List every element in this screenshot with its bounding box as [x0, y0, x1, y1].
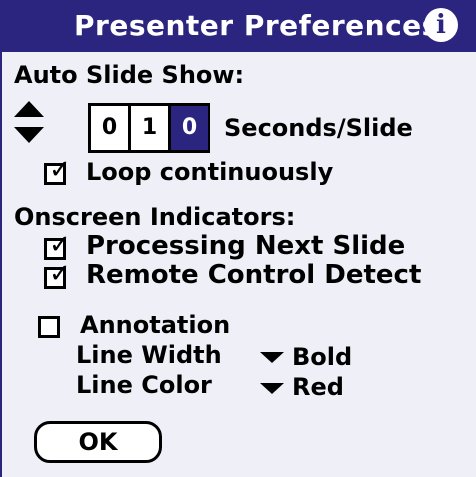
line-color-value[interactable]: Red: [292, 372, 344, 402]
loop-continuously-label[interactable]: Loop continuously: [86, 157, 333, 187]
processing-next-slide-label[interactable]: Processing Next Slide: [86, 231, 405, 261]
loop-checkbox[interactable]: ✓: [44, 157, 71, 185]
annotation-checkbox[interactable]: [38, 316, 60, 338]
increment-arrow-icon[interactable]: [14, 101, 44, 117]
digit-tens[interactable]: 1: [131, 106, 168, 150]
checkmark-icon: ✓: [49, 155, 71, 185]
seconds-digit-field[interactable]: 0 1 0: [88, 103, 210, 153]
decrement-arrow-icon[interactable]: [14, 127, 44, 143]
onscreen-indicators-heading: Onscreen Indicators:: [14, 203, 296, 231]
info-icon[interactable]: i: [424, 8, 458, 42]
title-bar: Presenter Preferences i: [0, 0, 476, 52]
remote-control-detect-label[interactable]: Remote Control Detect: [86, 260, 421, 290]
line-color-dropdown-arrow-icon[interactable]: [260, 383, 284, 394]
line-width-label: Line Width: [76, 341, 222, 369]
remote-control-detect-checkbox[interactable]: ✓: [44, 261, 71, 289]
annotation-label[interactable]: Annotation: [80, 310, 230, 340]
line-width-dropdown-arrow-icon[interactable]: [260, 352, 284, 363]
line-width-value[interactable]: Bold: [292, 342, 352, 372]
dialog-left-border: [0, 52, 2, 477]
ok-button[interactable]: OK: [34, 421, 162, 463]
digit-hundreds[interactable]: 0: [91, 106, 128, 150]
auto-slide-show-heading: Auto Slide Show:: [14, 61, 245, 89]
line-color-label: Line Color: [76, 371, 212, 399]
seconds-per-slide-label: Seconds/Slide: [224, 114, 413, 142]
processing-next-slide-checkbox[interactable]: ✓: [44, 232, 71, 260]
dialog-title: Presenter Preferences: [74, 9, 439, 42]
digit-ones-selected[interactable]: 0: [171, 106, 208, 150]
checkmark-icon: ✓: [49, 259, 71, 289]
checkmark-icon: ✓: [49, 230, 71, 260]
preferences-dialog: Presenter Preferences i Auto Slide Show:…: [0, 0, 476, 477]
